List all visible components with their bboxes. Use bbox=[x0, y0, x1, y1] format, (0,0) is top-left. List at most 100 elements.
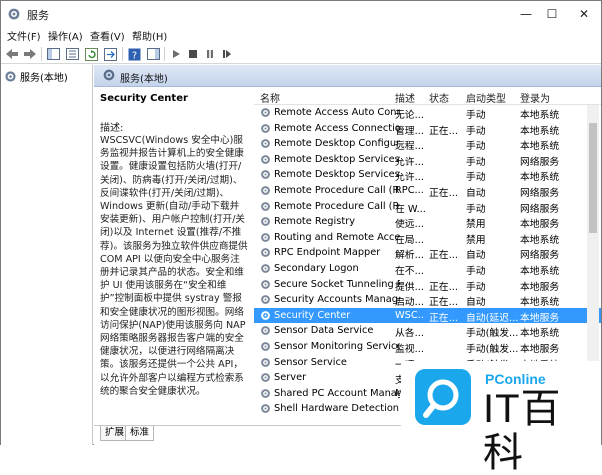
refresh-icon bbox=[84, 47, 98, 61]
service-row[interactable]: Remote Access Auto Conn... 无论... 手动 本地系统 bbox=[254, 105, 601, 121]
scrollbar-thumb[interactable] bbox=[589, 123, 597, 233]
toolbar-separator bbox=[122, 47, 123, 61]
column-header-row: 名称 描述 状态 启动类型 登录为 bbox=[254, 87, 601, 105]
stop-service-button[interactable] bbox=[185, 46, 201, 62]
service-gear-icon bbox=[261, 108, 270, 117]
service-status: 正在... bbox=[429, 297, 458, 309]
service-name: Sensor Data Service bbox=[274, 325, 374, 337]
service-row[interactable]: Remote Desktop Configur... 远程... 手动 本地系统 bbox=[254, 136, 601, 152]
restart-service-button[interactable] bbox=[219, 46, 235, 62]
service-description: 提供... bbox=[395, 281, 424, 293]
service-name: Shell Hardware Detection bbox=[274, 403, 400, 415]
watermark: PConline IT百科 bbox=[401, 361, 601, 475]
service-description: 无论... bbox=[395, 110, 424, 121]
service-gear-icon bbox=[261, 373, 270, 382]
action-pane-button[interactable] bbox=[145, 46, 161, 62]
back-button[interactable] bbox=[4, 46, 20, 62]
service-gear-icon bbox=[261, 201, 270, 211]
play-icon bbox=[173, 50, 180, 58]
watermark-subtitle: PConline bbox=[485, 371, 546, 387]
service-row[interactable]: Routing and Remote Access 在局... 禁用 本地系统 bbox=[254, 230, 601, 246]
export-list-button[interactable] bbox=[102, 46, 118, 62]
pause-icon bbox=[207, 50, 213, 58]
service-description: 在局... bbox=[395, 234, 424, 246]
service-startup-type: 手动(触发... bbox=[466, 343, 518, 355]
service-row[interactable]: Secure Socket Tunneling P... 提供... 正在... 手动… bbox=[254, 277, 601, 293]
service-row[interactable]: Sensor Monitoring Service 监视... 手动(触发... 本地… bbox=[254, 339, 601, 355]
service-status: 正在... bbox=[429, 125, 458, 137]
menu-view[interactable]: 查看(V) bbox=[90, 28, 125, 43]
stop-icon bbox=[189, 50, 197, 58]
column-header-logon-as[interactable]: 登录为 bbox=[520, 90, 550, 105]
service-description: 允许... bbox=[395, 172, 424, 184]
service-startup-type: 手动 bbox=[466, 265, 486, 277]
service-description: 监视... bbox=[395, 343, 424, 355]
action-pane-icon bbox=[146, 48, 160, 60]
service-row[interactable]: Secondary Logon 在不... 手动 本地系统 bbox=[254, 261, 601, 277]
service-row[interactable]: Remote Procedure Call (R... 在 W... 手动 网络服务 bbox=[254, 199, 601, 215]
service-gear-icon bbox=[261, 388, 270, 398]
service-description: 从各... bbox=[395, 328, 424, 340]
toolbar-separator bbox=[164, 47, 165, 61]
pause-service-button[interactable] bbox=[202, 46, 218, 62]
service-row[interactable]: Remote Desktop Services ... 允许... 手动 本地系统 bbox=[254, 167, 601, 183]
close-button[interactable]: ✕ bbox=[569, 1, 599, 27]
selected-service-title: Security Center bbox=[100, 93, 188, 104]
service-logon-as: 网络服务 bbox=[520, 156, 560, 168]
maximize-button[interactable]: ☐ bbox=[537, 1, 567, 27]
service-logon-as: 网络服务 bbox=[520, 203, 560, 215]
show-hide-tree-button[interactable] bbox=[45, 46, 61, 62]
service-gear-icon bbox=[261, 295, 270, 305]
service-gear-icon bbox=[261, 170, 270, 180]
tab-standard[interactable]: 标准 bbox=[125, 426, 155, 441]
service-logon-as: 本地服务 bbox=[520, 312, 560, 324]
service-logon-as: 网络服务 bbox=[520, 250, 560, 262]
service-description: 解析... bbox=[395, 250, 424, 262]
service-logon-as: 网络服务 bbox=[520, 187, 560, 199]
service-gear-icon bbox=[261, 123, 270, 133]
service-logon-as: 本地系统 bbox=[520, 265, 560, 277]
service-row[interactable]: Security Center WSC... 正在... 自动(延迟... 本地服务 bbox=[254, 307, 601, 324]
service-name: Remote Procedure Call (R... bbox=[274, 200, 400, 212]
menu-help[interactable]: 帮助(H) bbox=[132, 28, 167, 43]
service-row[interactable]: Remote Access Connectio... 管理... 正在... 手动 本地… bbox=[254, 121, 601, 137]
service-description: 远程... bbox=[395, 141, 424, 153]
column-header-status[interactable]: 状态 bbox=[429, 90, 449, 105]
help-button[interactable]: ? bbox=[126, 46, 142, 62]
start-service-button[interactable] bbox=[168, 46, 184, 62]
service-row[interactable]: Security Accounts Manager 启动... 正在... 自动 本地系… bbox=[254, 292, 601, 308]
refresh-button[interactable] bbox=[83, 46, 99, 62]
service-row[interactable]: RPC Endpoint Mapper 解析... 正在... 自动 网络服务 bbox=[254, 245, 601, 261]
service-logon-as: 本地服务 bbox=[520, 343, 560, 355]
service-row[interactable]: Sensor Data Service 从各... 手动(触发... 本地系统 bbox=[254, 323, 601, 339]
service-row[interactable]: Remote Registry 使远... 禁用 本地服务 bbox=[254, 214, 601, 230]
service-gear-icon bbox=[261, 186, 270, 195]
service-row[interactable]: Remote Procedure Call (R... RPC... 正在... 自动… bbox=[254, 183, 601, 199]
service-startup-type: 手动 bbox=[466, 156, 486, 168]
service-gear-icon bbox=[261, 404, 270, 414]
service-startup-type: 自动 bbox=[466, 250, 486, 262]
service-description: 使远... bbox=[395, 219, 424, 231]
column-header-description[interactable]: 描述 bbox=[395, 90, 415, 105]
forward-arrow-icon bbox=[24, 49, 36, 59]
service-startup-type: 手动 bbox=[466, 141, 486, 153]
service-gear-icon bbox=[261, 217, 270, 227]
menu-file[interactable]: 文件(F) bbox=[7, 28, 41, 43]
properties-view-button[interactable] bbox=[64, 46, 80, 62]
service-description: 管理... bbox=[395, 125, 424, 137]
service-logon-as: 本地系统 bbox=[520, 172, 560, 184]
service-name: Sensor Monitoring Service bbox=[274, 340, 400, 352]
service-name: Sensor Service bbox=[274, 356, 347, 368]
service-name: Remote Procedure Call (R... bbox=[274, 184, 400, 196]
menu-action[interactable]: 操作(A) bbox=[48, 28, 83, 43]
service-logon-as: 本地服务 bbox=[520, 281, 560, 293]
service-startup-type: 手动 bbox=[466, 172, 486, 184]
column-header-startup-type[interactable]: 启动类型 bbox=[466, 90, 506, 105]
column-header-name[interactable]: 名称 bbox=[260, 90, 280, 105]
forward-button[interactable] bbox=[22, 46, 38, 62]
service-logon-as: 本地系统 bbox=[520, 110, 560, 121]
service-status: 正在... bbox=[429, 250, 458, 262]
service-name: Remote Registry bbox=[274, 216, 356, 228]
tree-node-services-local[interactable]: 服务(本地) bbox=[4, 68, 90, 84]
service-row[interactable]: Remote Desktop Services 允许... 手动 网络服务 bbox=[254, 152, 601, 168]
